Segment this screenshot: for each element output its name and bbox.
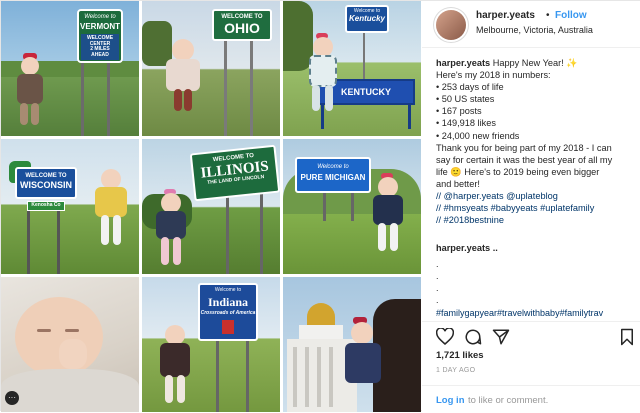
indiana-sign-line2: Indiana [207,294,249,309]
post-sidebar: harper.yeats • Follow Melbourne, Victori… [422,1,640,412]
caption-credit3[interactable]: // #2018bestnine [436,214,634,226]
photo-kentucky: Welcome to Kentucky KENTUCKY [283,1,421,136]
michigan-sign-line2: PURE MICHIGAN [300,172,366,182]
kentucky-sign: Welcome to Kentucky [345,5,389,33]
capitol-dome [307,303,335,325]
michigan-sign: Welcome to PURE MICHIGAN [295,157,371,193]
caption-credit2[interactable]: // #hmsyeats #babyyeats #uplatefamily [436,202,634,214]
caption-thanks1: Thank you for being part of my 2018 - I … [436,142,612,153]
ohio-sign: WELCOME TO OHIO [212,9,272,41]
michigan-sign-line1: Welcome to [317,164,349,170]
post-caption: harper.yeats Happy New Year! ✨ Here's my… [436,57,634,226]
photo-wisconsin: WELCOME TO WISCONSIN Kenosha Co [1,139,139,274]
caption-thanks4: and better! [436,178,480,189]
login-prompt-text: to like or comment. [468,395,549,406]
photo-sleeping-baby: ··· [1,277,139,412]
login-link[interactable]: Log in [436,395,465,406]
indiana-sign-line1: Welcome to [214,287,242,293]
photo-capitol [283,277,421,412]
photo-indiana: Welcome to Indiana Crossroads of America [142,277,280,412]
action-bar [422,321,640,350]
bookmark-icon[interactable] [620,328,634,346]
post-timestamp[interactable]: 1 DAY AGO [436,367,475,374]
stat-item: • 253 days of life [436,82,504,93]
follow-button[interactable]: Follow [555,10,587,21]
vermont-sign-line2: VERMONT [80,21,120,31]
caption-thanks2: say for certain it was the best year of … [436,154,613,165]
caption-thanks3: life 🙂 Here's to 2019 being even bigger [436,166,600,177]
comment-dot: . [436,283,439,293]
stat-item: • 50 US states [436,94,495,105]
ohio-sign-line2: OHIO [224,19,260,36]
photo-michigan: Welcome to PURE MICHIGAN [283,139,421,274]
indiana-sign: Welcome to Indiana Crossroads of America [198,283,258,341]
avatar[interactable] [436,10,466,40]
caption-credit1[interactable]: // @harper.yeats @uplateblog [436,190,634,202]
wisconsin-sign-line1: WELCOME TO [25,173,67,179]
photo-illinois: WELCOME TO ILLINOIS THE LAND OF LINCOLN [142,139,280,274]
stat-item: • 24,000 new friends [436,130,520,141]
vermont-sign-line4: 2 MILES AHEAD [90,46,110,58]
username-link[interactable]: harper.yeats [476,10,535,21]
more-icon[interactable]: ··· [5,391,19,405]
kentucky-sign-line2: Kentucky [348,13,385,23]
comment-dot: . [436,259,439,269]
stat-item: • 167 posts [436,106,482,117]
wisconsin-sign-line2: WISCONSIN [19,179,72,190]
wisconsin-sign: WELCOME TO WISCONSIN [15,167,77,199]
comment-dot: . [436,271,439,281]
login-prompt: Log in to like or comment. [422,385,640,413]
comment-dot: . [436,295,439,305]
comment-username[interactable]: harper.yeats .. [436,243,498,253]
post-header: harper.yeats • Follow Melbourne, Victori… [422,1,640,48]
caption-line1: Happy New Year! ✨ [490,58,578,68]
photo-ohio: WELCOME TO OHIO [142,1,280,136]
kenosha-sign: Kenosha Co [27,201,65,211]
comment-icon[interactable] [464,328,482,346]
location-link[interactable]: Melbourne, Victoria, Australia [476,25,593,35]
heart-icon[interactable] [436,328,454,345]
indiana-sign-line3: Crossroads of America [200,309,256,316]
vermont-sign: Welcome to VERMONT WELCOME CENTER 2 MILE… [77,9,123,63]
illinois-sign: WELCOME TO ILLINOIS THE LAND OF LINCOLN [189,144,280,202]
stat-item: • 149,918 likes [436,118,496,129]
share-icon[interactable] [492,328,510,346]
photo-vermont: Welcome to VERMONT WELCOME CENTER 2 MILE… [1,1,139,136]
caption-line2: Here's my 2018 in numbers: [436,70,551,81]
post-image-collage[interactable]: Welcome to VERMONT WELCOME CENTER 2 MILE… [1,1,421,412]
instagram-post: Welcome to VERMONT WELCOME CENTER 2 MILE… [0,0,640,412]
like-count[interactable]: 1,721 likes [436,350,484,361]
caption-username[interactable]: harper.yeats [436,58,490,68]
vermont-sign-line1: Welcome to [84,14,116,20]
separator-dot: • [546,10,550,21]
hashtag-line[interactable]: #familygapyear#travelwithbaby#familytrav [436,308,640,318]
